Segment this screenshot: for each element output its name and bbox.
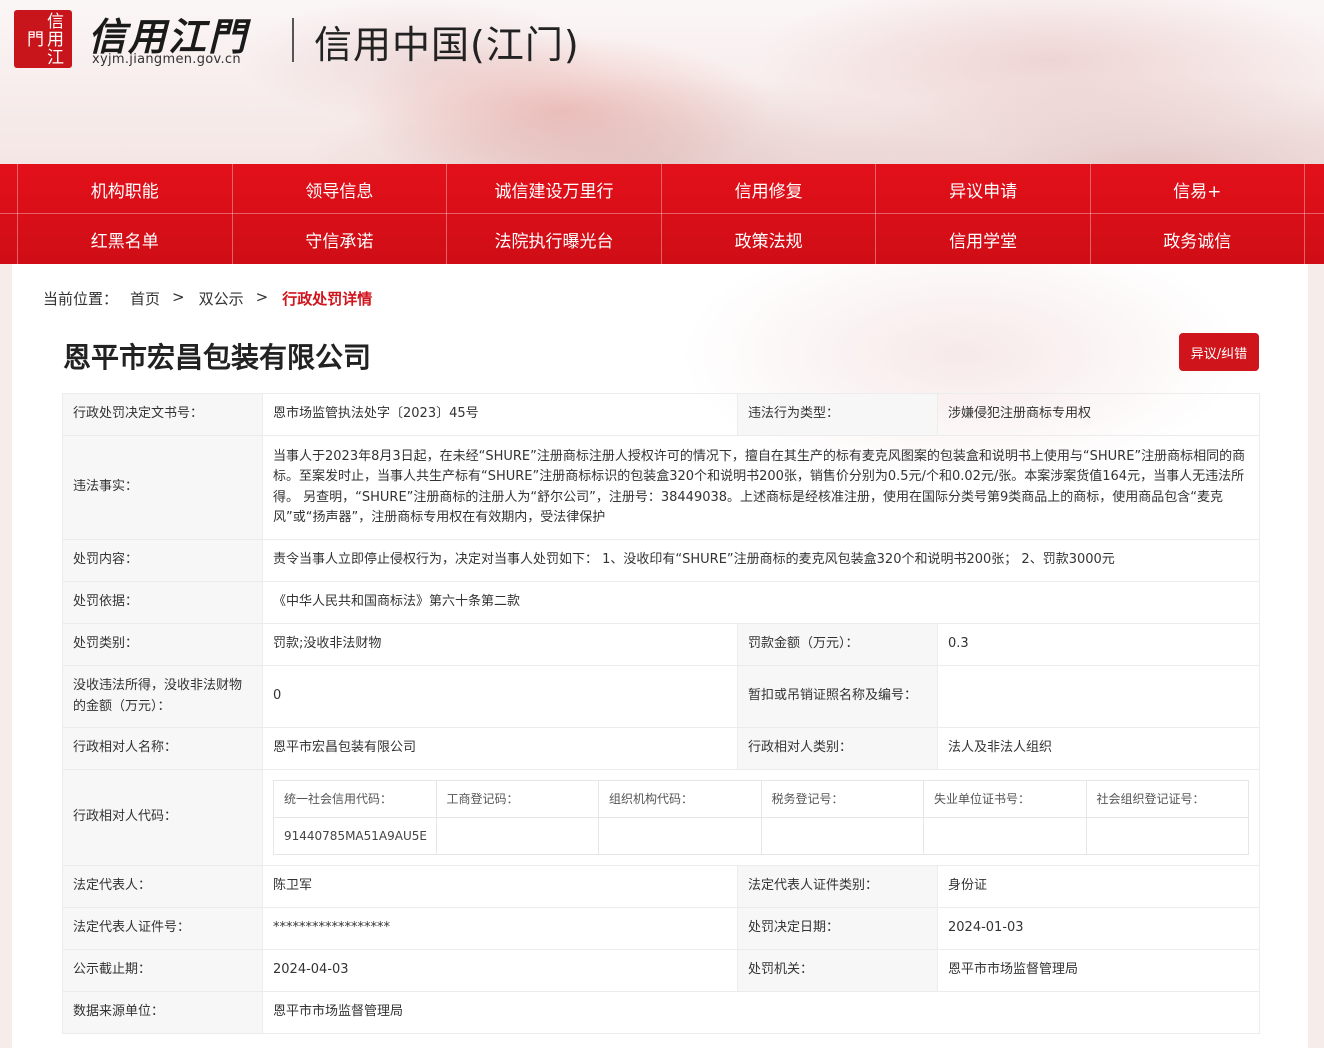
nav-item-commitment[interactable]: 守信承诺 [231, 214, 447, 264]
table-row: 行政处罚决定文书号： 恩市场监管执法处字〔2023〕45号 违法行为类型： 涉嫌… [62, 393, 1260, 436]
fine-label: 罚款金额（万元）： [737, 623, 938, 666]
party-type-label: 行政相对人类别： [737, 727, 938, 770]
table-row: 没收违法所得，没收非法财物的金额（万元）： 0 暂扣或吊销证照名称及编号： [62, 665, 1260, 728]
category-label: 处罚类别： [62, 623, 263, 666]
party-code-table: 统一社会信用代码： 工商登记码： 组织机构代码： 税务登记号： 失业单位证书号：… [273, 780, 1249, 855]
code-value-row: 91440785MA51A9AU5E [273, 817, 1249, 855]
nav-item-gov-integrity[interactable]: 政务诚信 [1089, 214, 1305, 264]
table-row: 处罚内容： 责令当事人立即停止侵权行为，决定对当事人处罚如下： 1、没收印有“S… [62, 539, 1260, 582]
party-name-label: 行政相对人名称： [62, 727, 263, 770]
logo-divider [292, 18, 294, 62]
basis-label: 处罚依据： [62, 581, 263, 624]
code-value-tax [760, 817, 924, 855]
publicity-deadline-value: 2024-04-03 [262, 949, 738, 992]
table-row: 公示截止期： 2024-04-03 处罚机关： 恩平市市场监督管理局 [62, 949, 1260, 992]
code-header-tax: 税务登记号： [760, 780, 924, 818]
nav-row-2: 红黑名单 守信承诺 法院执行曝光台 政策法规 信用学堂 政务诚信 [17, 214, 1305, 264]
source-label: 数据来源单位： [62, 991, 263, 1034]
publicity-deadline-label: 公示截止期： [62, 949, 263, 992]
confiscated-label: 没收违法所得，没收非法财物的金额（万元）： [62, 665, 263, 728]
main-nav: 机构职能 领导信息 诚信建设万里行 信用修复 异议申请 信易+ 红黑名单 守信承… [0, 164, 1324, 264]
code-header-credit: 统一社会信用代码： [273, 780, 437, 818]
confiscated-value: 0 [262, 665, 738, 728]
source-value: 恩平市市场监督管理局 [262, 991, 1260, 1034]
logo-url: xyjm.jiangmen.gov.cn [92, 52, 241, 67]
nav-item-xinyi-plus[interactable]: 信易+ [1089, 164, 1305, 214]
nav-item-integrity-campaign[interactable]: 诚信建设万里行 [446, 164, 661, 214]
party-code-cell: 统一社会信用代码： 工商登记码： 组织机构代码： 税务登记号： 失业单位证书号：… [262, 769, 1260, 866]
code-header-unemployment: 失业单位证书号： [923, 780, 1087, 818]
table-row: 法定代表人证件号： ****************** 处罚决定日期： 202… [62, 907, 1260, 950]
breadcrumb: 当前位置： 首页 > 双公示 > 行政处罚详情 [43, 288, 384, 309]
basis-value: 《中华人民共和国商标法》第六十条第二款 [262, 581, 1260, 624]
table-row: 行政相对人名称： 恩平市宏昌包装有限公司 行政相对人类别： 法人及非法人组织 [62, 727, 1260, 770]
content-panel: 当前位置： 首页 > 双公示 > 行政处罚详情 恩平市宏昌包装有限公司 异议/纠… [12, 264, 1308, 1048]
license-label: 暂扣或吊销证照名称及编号： [737, 665, 938, 728]
doc-no-value: 恩市场监管执法处字〔2023〕45号 [262, 393, 738, 436]
breadcrumb-home[interactable]: 首页 [130, 288, 160, 309]
table-row: 数据来源单位： 恩平市市场监督管理局 [62, 991, 1260, 1034]
content-value: 责令当事人立即停止侵权行为，决定对当事人处罚如下： 1、没收印有“SHURE”注… [262, 539, 1260, 582]
code-header-social-org: 社会组织登记证号： [1085, 780, 1249, 818]
facts-value: 当事人于2023年8月3日起，在未经“SHURE”注册商标注册人授权许可的情况下… [262, 435, 1260, 540]
penalty-detail-table: 行政处罚决定文书号： 恩市场监管执法处字〔2023〕45号 违法行为类型： 涉嫌… [62, 393, 1260, 1034]
legal-rep-id-value: ****************** [262, 907, 738, 950]
header-decoration [800, 74, 1324, 164]
table-row: 违法事实： 当事人于2023年8月3日起，在未经“SHURE”注册商标注册人授权… [62, 435, 1260, 540]
nav-row-1: 机构职能 领导信息 诚信建设万里行 信用修复 异议申请 信易+ [17, 164, 1305, 214]
breadcrumb-separator: > [172, 288, 185, 306]
party-name-value: 恩平市宏昌包装有限公司 [262, 727, 738, 770]
decision-date-label: 处罚决定日期： [737, 907, 938, 950]
nav-item-court-exposure[interactable]: 法院执行曝光台 [446, 214, 661, 264]
nav-item-objection[interactable]: 异议申请 [875, 164, 1090, 214]
nav-item-red-black-list[interactable]: 红黑名单 [17, 214, 232, 264]
party-code-label: 行政相对人代码： [62, 769, 263, 866]
site-header: 信用江門 信用江門 xyjm.jiangmen.gov.cn 信用中国(江门) [0, 0, 1324, 164]
nav-item-credit-repair[interactable]: 信用修复 [660, 164, 876, 214]
license-value [937, 665, 1260, 728]
logo-seal[interactable]: 信用江門 [14, 10, 72, 68]
category-value: 罚款;没收非法财物 [262, 623, 738, 666]
decision-date-value: 2024-01-03 [937, 907, 1260, 950]
legal-rep-value: 陈卫军 [262, 865, 738, 908]
facts-label: 违法事实： [62, 435, 263, 540]
code-value-business [435, 817, 599, 855]
table-row: 处罚类别： 罚款;没收非法财物 罚款金额（万元）： 0.3 [62, 623, 1260, 666]
breadcrumb-section[interactable]: 双公示 [199, 288, 244, 309]
code-header-business: 工商登记码： [435, 780, 599, 818]
code-header-org: 组织机构代码： [598, 780, 762, 818]
breadcrumb-separator: > [255, 288, 269, 306]
breadcrumb-current: 行政处罚详情 [282, 290, 373, 308]
site-title: 信用中国(江门) [314, 23, 580, 67]
table-row: 行政相对人代码： 统一社会信用代码： 工商登记码： 组织机构代码： 税务登记号：… [62, 769, 1260, 866]
authority-value: 恩平市市场监督管理局 [937, 949, 1260, 992]
nav-item-policy[interactable]: 政策法规 [660, 214, 876, 264]
legal-rep-label: 法定代表人： [62, 865, 263, 908]
party-type-value: 法人及非法人组织 [937, 727, 1260, 770]
content-label: 处罚内容： [62, 539, 263, 582]
legal-rep-id-label: 法定代表人证件号： [62, 907, 263, 950]
violation-type-label: 违法行为类型： [737, 393, 938, 436]
nav-item-credit-school[interactable]: 信用学堂 [875, 214, 1090, 264]
nav-item-leaders[interactable]: 领导信息 [231, 164, 447, 214]
nav-item-institution[interactable]: 机构职能 [17, 164, 232, 214]
code-value-credit: 91440785MA51A9AU5E [273, 817, 437, 855]
fine-value: 0.3 [937, 623, 1260, 666]
code-value-unemployment [923, 817, 1087, 855]
code-value-org [598, 817, 762, 855]
code-value-social-org [1085, 817, 1249, 855]
company-name: 恩平市宏昌包装有限公司 [63, 341, 372, 374]
legal-rep-id-type-label: 法定代表人证件类别： [737, 865, 938, 908]
violation-type-value: 涉嫌侵犯注册商标专用权 [937, 393, 1260, 436]
code-header-row: 统一社会信用代码： 工商登记码： 组织机构代码： 税务登记号： 失业单位证书号：… [273, 780, 1249, 818]
legal-rep-id-type-value: 身份证 [937, 865, 1260, 908]
table-row: 法定代表人： 陈卫军 法定代表人证件类别： 身份证 [62, 865, 1260, 908]
breadcrumb-prefix: 当前位置： [43, 290, 119, 308]
authority-label: 处罚机关： [737, 949, 938, 992]
doc-no-label: 行政处罚决定文书号： [62, 393, 263, 436]
objection-button[interactable]: 异议/纠错 [1179, 333, 1259, 371]
table-row: 处罚依据： 《中华人民共和国商标法》第六十条第二款 [62, 581, 1260, 624]
